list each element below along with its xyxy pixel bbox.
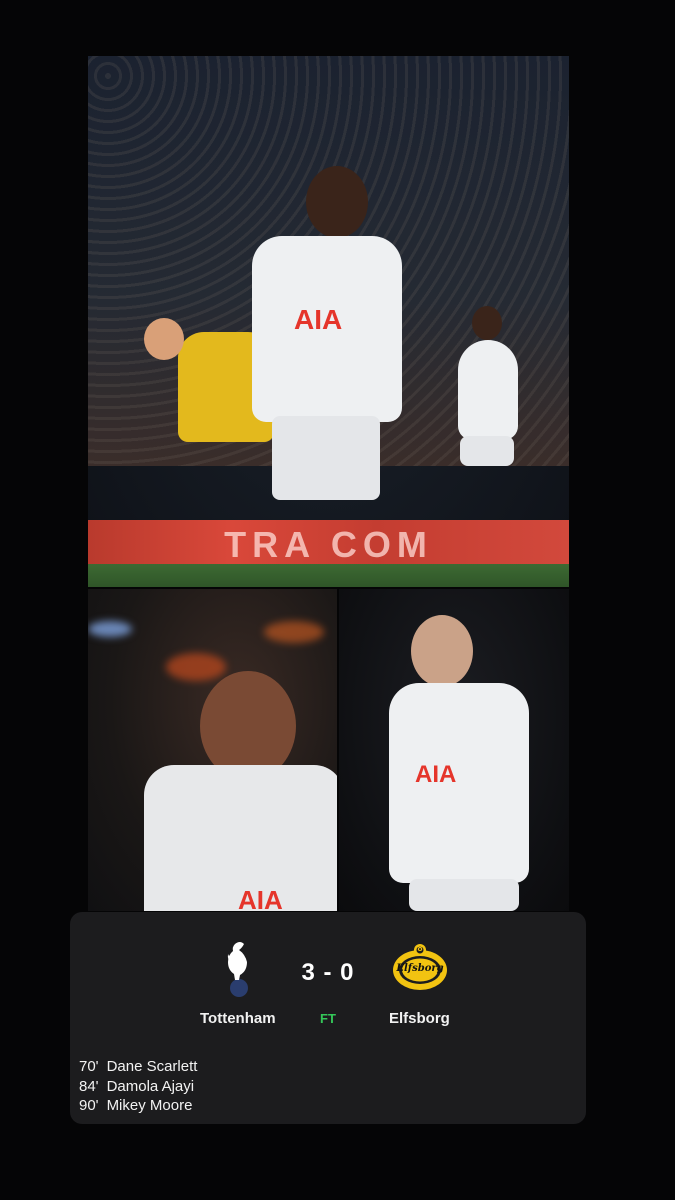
elfsborg-crest-icon: Elfsborg 8 xyxy=(392,943,448,992)
goal-scorers-list: 70' Dane Scarlett 84' Damola Ajayi 90' Mike… xyxy=(79,1057,197,1116)
pitch xyxy=(88,564,569,587)
scorer-name: Damola Ajayi xyxy=(106,1077,195,1095)
scorer-name: Mikey Moore xyxy=(106,1097,193,1114)
scorer-name: Dane Scarlett xyxy=(106,1058,198,1075)
right-player-shirt xyxy=(389,683,529,883)
away-team-name[interactable]: Elfsborg xyxy=(389,1010,450,1027)
background-player-shirt xyxy=(458,340,518,440)
background-player-shorts xyxy=(460,436,514,466)
goal-minute: 84' xyxy=(79,1077,99,1095)
main-player-shorts xyxy=(272,416,380,500)
stadium-light xyxy=(166,653,226,681)
goal-scorer: 84' Damola Ajayi xyxy=(79,1077,197,1097)
goal-minute: 70' xyxy=(79,1058,99,1075)
goal-scorer: 90' Mikey Moore xyxy=(79,1096,197,1116)
main-player-head xyxy=(306,166,368,238)
background-player-head xyxy=(472,306,502,340)
right-player-shorts xyxy=(409,879,519,911)
elfsborg-crest-text: Elfsborg xyxy=(396,963,444,974)
opponent-player-head xyxy=(144,318,184,360)
main-player-sponsor: AIA xyxy=(294,304,343,335)
left-player-sponsor: AIA xyxy=(238,885,283,911)
elfsborg-crest-number: 8 xyxy=(417,943,423,953)
right-player-sponsor: AIA xyxy=(415,761,457,788)
goal-minute: 90' xyxy=(79,1097,99,1114)
match-status: FT xyxy=(320,1011,336,1026)
right-player-head xyxy=(411,615,473,687)
goal-scorer: 70' Dane Scarlett xyxy=(79,1057,197,1077)
main-celebration-photo[interactable]: TRA COM AIA xyxy=(88,56,569,587)
left-celebration-photo[interactable]: AIA xyxy=(88,589,337,911)
match-score: 3 - 0 xyxy=(301,959,355,986)
stadium-light xyxy=(264,621,324,643)
stadium-light xyxy=(88,621,132,637)
right-player-photo[interactable]: AIA xyxy=(339,589,569,911)
match-scorecard[interactable]: 3 - 0 Elfsborg 8 Tottenham FT Elfsborg 7… xyxy=(70,912,586,1124)
advertising-board-text: TRA COM xyxy=(224,524,433,565)
